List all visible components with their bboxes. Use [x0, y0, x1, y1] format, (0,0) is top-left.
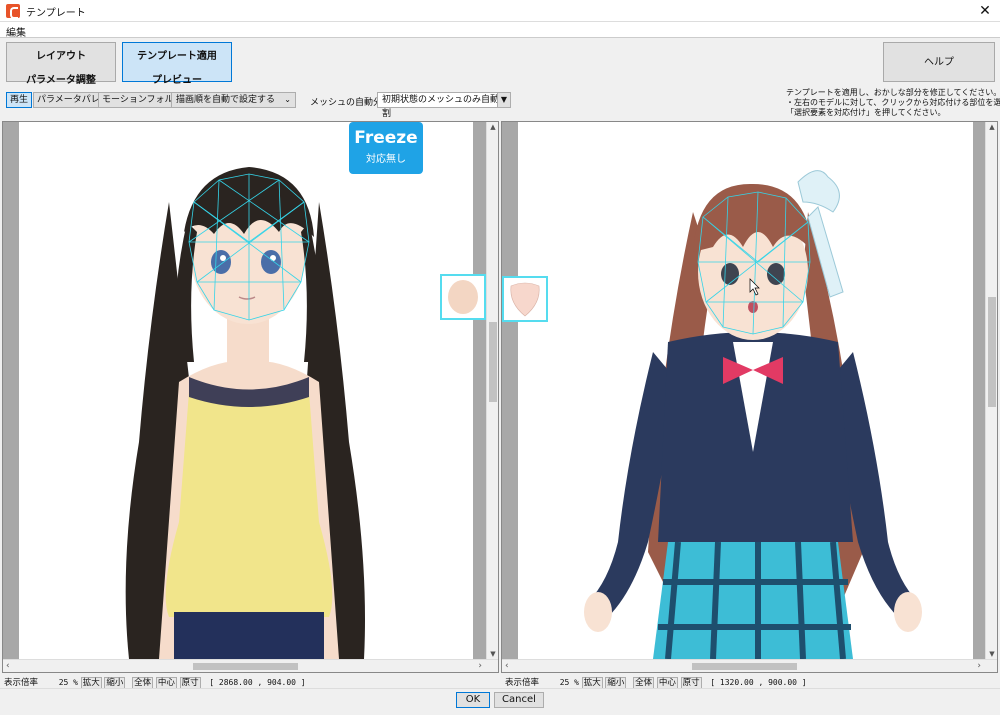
scroll-right-icon[interactable]: ›	[478, 660, 482, 672]
template-model-canvas[interactable]: Freeze 対応無し ▲ ▼ ‹ ›	[2, 121, 499, 673]
target-model-canvas[interactable]: ▲ ▼ ‹ ›	[501, 121, 998, 673]
scroll-down-icon[interactable]: ▼	[487, 650, 498, 658]
menu-bar: 編集	[0, 22, 1000, 39]
layout-tab-line2: パラメータ調整	[26, 75, 96, 86]
zoom-value: 25 %	[559, 678, 579, 687]
freeze-badge[interactable]: Freeze 対応無し	[349, 122, 423, 174]
layout-param-tab-button[interactable]: レイアウト パラメータ調整	[6, 42, 116, 86]
layout-tab-line1: レイアウト	[36, 51, 86, 62]
scroll-right-icon[interactable]: ›	[977, 660, 981, 672]
cursor-coords: [ 2868.00 , 904.00 ]	[209, 678, 306, 687]
zoom-value: 25 %	[58, 678, 78, 687]
template-preview-tab-button[interactable]: テンプレート適用 プレビュー	[122, 42, 232, 86]
template-tab-line1: テンプレート適用	[137, 51, 217, 62]
canvas-gutter-left	[502, 122, 518, 659]
left-vertical-scrollbar[interactable]: ▲ ▼	[486, 122, 498, 659]
scroll-thumb[interactable]	[988, 297, 996, 407]
dropdown-arrow-icon[interactable]: ▼	[497, 93, 510, 107]
chevron-down-icon: ⌄	[284, 95, 291, 104]
right-vertical-scrollbar[interactable]: ▲ ▼	[985, 122, 997, 659]
yellow-top	[165, 392, 333, 617]
scroll-thumb[interactable]	[193, 663, 298, 670]
draw-order-value: 描画順を自動で設定する	[176, 95, 276, 105]
canvas-gutter-left	[3, 122, 19, 659]
title-bar: テンプレート ✕	[0, 0, 1000, 22]
close-icon[interactable]: ✕	[970, 0, 1000, 22]
zoom-label: 表示倍率	[505, 678, 540, 688]
scroll-down-icon[interactable]: ▼	[986, 650, 997, 658]
freeze-subtitle: 対応無し	[366, 154, 406, 165]
scroll-thumb[interactable]	[489, 322, 497, 402]
instruction-line-3: 「選択要素を対応付け」を押してください。	[786, 108, 946, 117]
cancel-button[interactable]: Cancel	[494, 692, 544, 708]
template-tab-line2: プレビュー	[152, 75, 202, 86]
template-model-figure	[125, 167, 365, 659]
left-horizontal-scrollbar[interactable]: ‹ ›	[3, 659, 498, 672]
face-part-icon	[448, 280, 478, 314]
instruction-line-2: ・左右のモデルに対して、クリックから対応付ける部位を選び、	[786, 98, 1000, 107]
face-part-icon	[510, 282, 540, 317]
mesh-auto-select[interactable]: 初期状態のメッシュのみ自動分割 ▼	[377, 92, 511, 119]
scroll-thumb[interactable]	[692, 663, 797, 670]
draw-order-select[interactable]: 描画順を自動で設定する ⌄	[171, 92, 296, 108]
plaid-skirt	[653, 542, 853, 659]
scroll-left-icon[interactable]: ‹	[6, 660, 10, 672]
cursor-coords: [ 1320.00 , 900.00 ]	[710, 678, 807, 687]
target-part-thumbnail[interactable]	[502, 276, 548, 322]
scroll-up-icon[interactable]: ▲	[487, 123, 498, 131]
ok-button[interactable]: OK	[456, 692, 490, 708]
instructions-text: テンプレートを適用し、おかしな部分を修正してください。 ・左右のモデルに対して、…	[786, 88, 1000, 118]
zoom-label: 表示倍率	[4, 678, 39, 688]
canvas-gutter-right	[473, 122, 487, 659]
scroll-up-icon[interactable]: ▲	[986, 123, 997, 131]
template-part-thumbnail[interactable]	[440, 274, 486, 320]
target-model-figure	[584, 170, 922, 659]
help-button[interactable]: ヘルプ	[883, 42, 995, 82]
scroll-left-icon[interactable]: ‹	[505, 660, 509, 672]
window-title: テンプレート	[26, 8, 86, 19]
right-horizontal-scrollbar[interactable]: ‹ ›	[502, 659, 997, 672]
app-logo-icon	[6, 4, 20, 19]
instruction-line-1: テンプレートを適用し、おかしな部分を修正してください。	[786, 88, 1000, 97]
freeze-title: Freeze	[354, 128, 418, 148]
mesh-auto-value: 初期状態のメッシュのみ自動分割	[382, 95, 509, 119]
play-button[interactable]: 再生	[6, 92, 33, 108]
menu-item-edit[interactable]: 編集	[6, 24, 26, 39]
